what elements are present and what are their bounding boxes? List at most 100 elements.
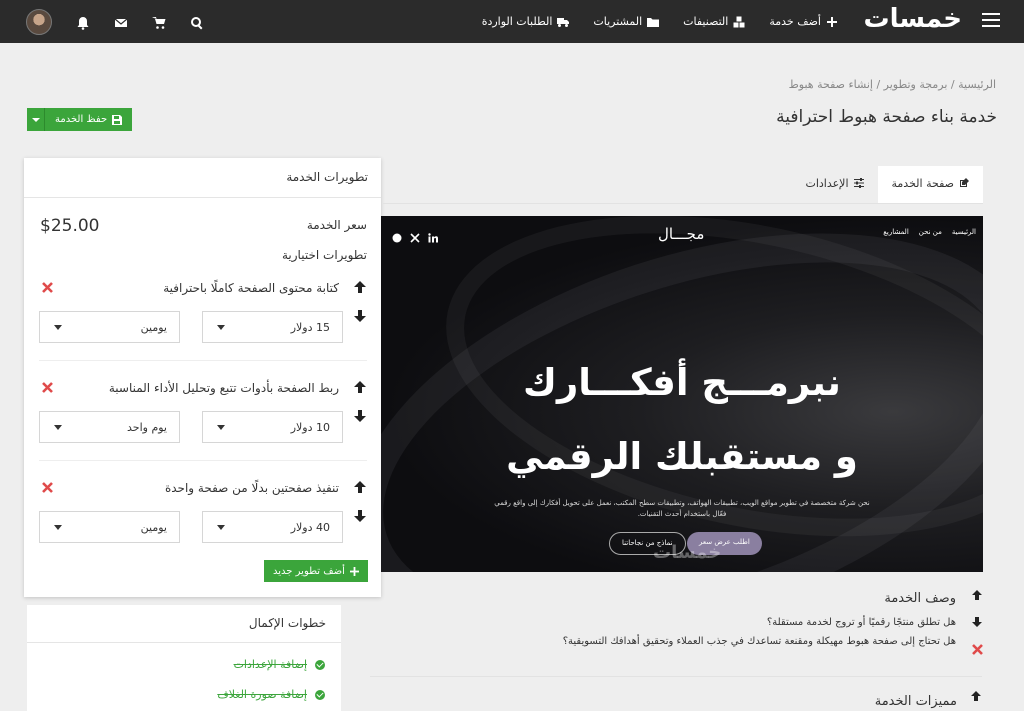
search-icon[interactable] bbox=[190, 15, 204, 29]
arrow-up-icon[interactable] bbox=[353, 380, 367, 394]
arrow-up-icon[interactable] bbox=[970, 690, 982, 702]
upgrade-duration-select[interactable]: يوم واحد bbox=[39, 411, 180, 443]
hero-headline: نبرمـــج أفكـــارك bbox=[523, 361, 841, 404]
nav-add-service-label: أضف خدمة bbox=[769, 15, 821, 28]
folder-icon bbox=[647, 17, 660, 27]
upgrades-panel: تطويرات الخدمة سعر الخدمة $25.00 تطويرات… bbox=[24, 158, 381, 597]
reorder-arrows bbox=[353, 480, 367, 523]
breadcrumb-programming[interactable]: برمجة وتطوير bbox=[884, 78, 948, 91]
upgrade-title: كتابة محتوى الصفحة كاملًا باحترافية bbox=[163, 281, 339, 295]
arrow-up-icon[interactable] bbox=[353, 280, 367, 294]
hero-social-icons bbox=[392, 228, 438, 243]
nav-purchases[interactable]: المشتريات bbox=[593, 15, 660, 28]
nav-incoming-orders-label: الطلبات الواردة bbox=[481, 15, 553, 28]
service-tabs: صفحة الخدمة الإعدادات bbox=[791, 166, 983, 203]
nav-categories[interactable]: التصنيفات bbox=[683, 15, 745, 28]
upgrade-price-select[interactable]: 40 دولار bbox=[202, 511, 343, 543]
delete-icon[interactable] bbox=[42, 282, 53, 293]
upgrade-price-select[interactable]: 15 دولار bbox=[202, 311, 343, 343]
save-service-label: حفظ الخدمة bbox=[55, 114, 108, 125]
section-divider bbox=[370, 676, 982, 677]
divider bbox=[39, 360, 367, 361]
step-label: إضافة صورة الغلاف bbox=[217, 688, 307, 701]
description-line: هل تطلق منتجًا رقميًا أو تروج لخدمة مستق… bbox=[766, 617, 956, 628]
cover-image: الرئيسية من نحن المشاريع مجـــال نبرمـــ… bbox=[381, 216, 983, 572]
description-title: وصف الخدمة bbox=[884, 591, 956, 606]
tab-settings-label: الإعدادات bbox=[805, 177, 849, 190]
upgrade-item: كتابة محتوى الصفحة كاملًا باحترافية 15 د… bbox=[39, 280, 367, 380]
save-dropdown-toggle[interactable] bbox=[27, 108, 45, 131]
upgrade-price-value: 40 دولار bbox=[290, 521, 330, 534]
hamburger-menu-icon[interactable] bbox=[982, 13, 1000, 29]
nav-icons bbox=[26, 0, 204, 43]
hero-description: نحن شركة متخصصة في تطوير مواقع الويب، تط… bbox=[494, 499, 870, 519]
github-icon bbox=[392, 228, 402, 243]
completion-steps-panel: خطوات الإكمال إضافة الإعدادات إضافة صورة… bbox=[27, 605, 341, 711]
tabs-divider bbox=[383, 203, 983, 204]
nav-add-service[interactable]: أضف خدمة bbox=[769, 15, 838, 28]
breadcrumb-separator: / bbox=[950, 78, 955, 91]
arrow-down-icon[interactable] bbox=[353, 309, 367, 323]
price-row: سعر الخدمة $25.00 bbox=[40, 216, 367, 236]
add-upgrade-label: أضف تطوير جديد bbox=[273, 565, 345, 577]
divider bbox=[39, 460, 367, 461]
upgrade-duration-select[interactable]: يومين bbox=[39, 511, 180, 543]
nav-incoming-orders[interactable]: الطلبات الواردة bbox=[482, 15, 570, 28]
nav-menu: أضف خدمة التصنيفات المشتريات الطلبات الو… bbox=[482, 0, 838, 43]
hero-nav-item: الرئيسية bbox=[951, 228, 976, 236]
plus-icon bbox=[349, 566, 359, 576]
save-icon bbox=[112, 114, 123, 125]
step-item[interactable]: إضافة الإعدادات bbox=[234, 658, 325, 671]
reorder-arrows bbox=[353, 280, 367, 323]
breadcrumb-separator: / bbox=[876, 78, 881, 91]
check-circle-icon bbox=[315, 659, 325, 670]
arrow-down-icon[interactable] bbox=[353, 509, 367, 523]
delete-icon[interactable] bbox=[42, 382, 53, 393]
arrow-up-icon[interactable] bbox=[971, 586, 983, 600]
edit-icon bbox=[960, 178, 969, 187]
upgrade-duration-value: يومين bbox=[140, 321, 167, 334]
arrow-down-icon[interactable] bbox=[971, 613, 983, 627]
site-logo[interactable]: خمسات bbox=[863, 4, 963, 34]
save-service-button-group: حفظ الخدمة bbox=[27, 108, 133, 131]
watermark: خمسات bbox=[653, 542, 722, 563]
upgrade-price-value: 10 دولار bbox=[290, 421, 330, 434]
add-upgrade-button[interactable]: أضف تطوير جديد bbox=[264, 560, 368, 582]
reorder-arrows bbox=[353, 380, 367, 423]
delete-icon[interactable] bbox=[972, 644, 983, 655]
save-service-button[interactable]: حفظ الخدمة bbox=[45, 108, 133, 131]
delete-icon[interactable] bbox=[42, 482, 53, 493]
nav-purchases-label: المشتريات bbox=[593, 15, 643, 28]
hero-nav: الرئيسية من نحن المشاريع bbox=[883, 228, 976, 236]
service-description-section: وصف الخدمة هل تطلق منتجًا رقميًا أو تروج… bbox=[368, 580, 983, 677]
page-title: خدمة بناء صفحة هبوط احترافية bbox=[776, 107, 997, 127]
tab-settings[interactable]: الإعدادات bbox=[791, 166, 877, 203]
completion-steps-title: خطوات الإكمال bbox=[27, 605, 341, 643]
upgrade-duration-select[interactable]: يومين bbox=[39, 311, 180, 343]
upgrade-price-select[interactable]: 10 دولار bbox=[202, 411, 343, 443]
upgrade-price-value: 15 دولار bbox=[290, 321, 330, 334]
hero-brand: مجـــال bbox=[658, 225, 705, 243]
hero-nav-item: المشاريع bbox=[883, 228, 909, 236]
sliders-icon bbox=[853, 178, 864, 188]
plus-icon bbox=[827, 16, 837, 27]
step-item[interactable]: إضافة صورة الغلاف bbox=[217, 688, 325, 701]
breadcrumb-landing[interactable]: إنشاء صفحة هبوط bbox=[789, 78, 873, 91]
breadcrumb: الرئيسية / برمجة وتطوير / إنشاء صفحة هبو… bbox=[789, 78, 996, 91]
hero-nav-item: من نحن bbox=[918, 228, 942, 236]
top-navbar: خمسات أضف خدمة التصنيفات المشتريات الطلب… bbox=[0, 0, 1024, 43]
tab-service-page-label: صفحة الخدمة bbox=[891, 177, 954, 190]
arrow-down-icon[interactable] bbox=[353, 409, 367, 423]
cart-icon[interactable] bbox=[152, 15, 166, 29]
bell-icon[interactable] bbox=[76, 15, 90, 30]
arrow-up-icon[interactable] bbox=[353, 480, 367, 494]
tab-service-page[interactable]: صفحة الخدمة bbox=[877, 166, 983, 203]
envelope-icon[interactable] bbox=[114, 15, 128, 29]
avatar[interactable] bbox=[26, 8, 52, 35]
x-icon bbox=[410, 228, 420, 243]
step-label: إضافة الإعدادات bbox=[233, 658, 307, 671]
breadcrumb-home[interactable]: الرئيسية bbox=[958, 78, 996, 91]
upgrade-item: ربط الصفحة بأدوات تتبع وتحليل الأداء الم… bbox=[39, 380, 367, 480]
linkedin-icon bbox=[428, 228, 438, 243]
upgrade-duration-value: يومين bbox=[140, 521, 167, 534]
